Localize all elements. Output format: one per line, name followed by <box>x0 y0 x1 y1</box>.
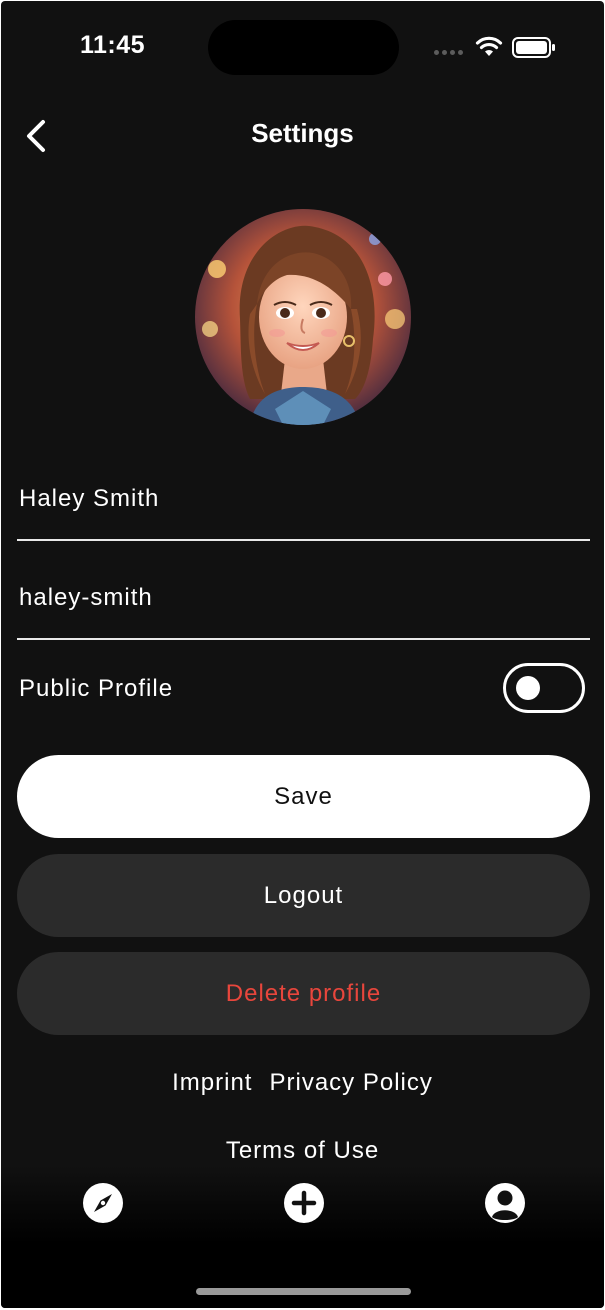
settings-screen: 11:45 Settings Haley Smith haley-smith P… <box>1 1 604 1308</box>
home-indicator <box>196 1288 411 1295</box>
delete-profile-button[interactable]: Delete profile <box>17 952 590 1035</box>
logout-button[interactable]: Logout <box>17 854 590 937</box>
legal-links: Imprint Privacy Policy <box>1 1069 604 1097</box>
tab-bar <box>1 1166 604 1308</box>
name-field-value: Haley Smith <box>19 485 160 512</box>
profile-avatar[interactable] <box>195 209 411 425</box>
public-profile-toggle[interactable] <box>503 663 585 713</box>
terms-of-use-link[interactable]: Terms of Use <box>1 1137 604 1165</box>
wifi-icon <box>475 36 503 56</box>
public-profile-row: Public Profile <box>17 661 590 717</box>
toggle-knob <box>516 676 540 700</box>
privacy-policy-link[interactable]: Privacy Policy <box>269 1069 432 1096</box>
imprint-link[interactable]: Imprint <box>172 1069 252 1096</box>
battery-icon <box>512 37 555 58</box>
plus-circle-icon[interactable] <box>282 1181 326 1225</box>
avatar-illustration <box>195 209 411 425</box>
dynamic-island <box>208 20 399 75</box>
username-field[interactable]: haley-smith <box>17 578 590 640</box>
public-profile-label: Public Profile <box>19 675 174 702</box>
status-time: 11:45 <box>80 31 146 59</box>
name-field[interactable]: Haley Smith <box>17 479 590 541</box>
cellular-signal-icon <box>434 50 464 56</box>
username-field-value: haley-smith <box>19 584 153 611</box>
compass-icon[interactable] <box>81 1181 125 1225</box>
user-circle-icon[interactable] <box>483 1181 527 1225</box>
save-button[interactable]: Save <box>17 755 590 838</box>
page-title: Settings <box>251 118 354 148</box>
